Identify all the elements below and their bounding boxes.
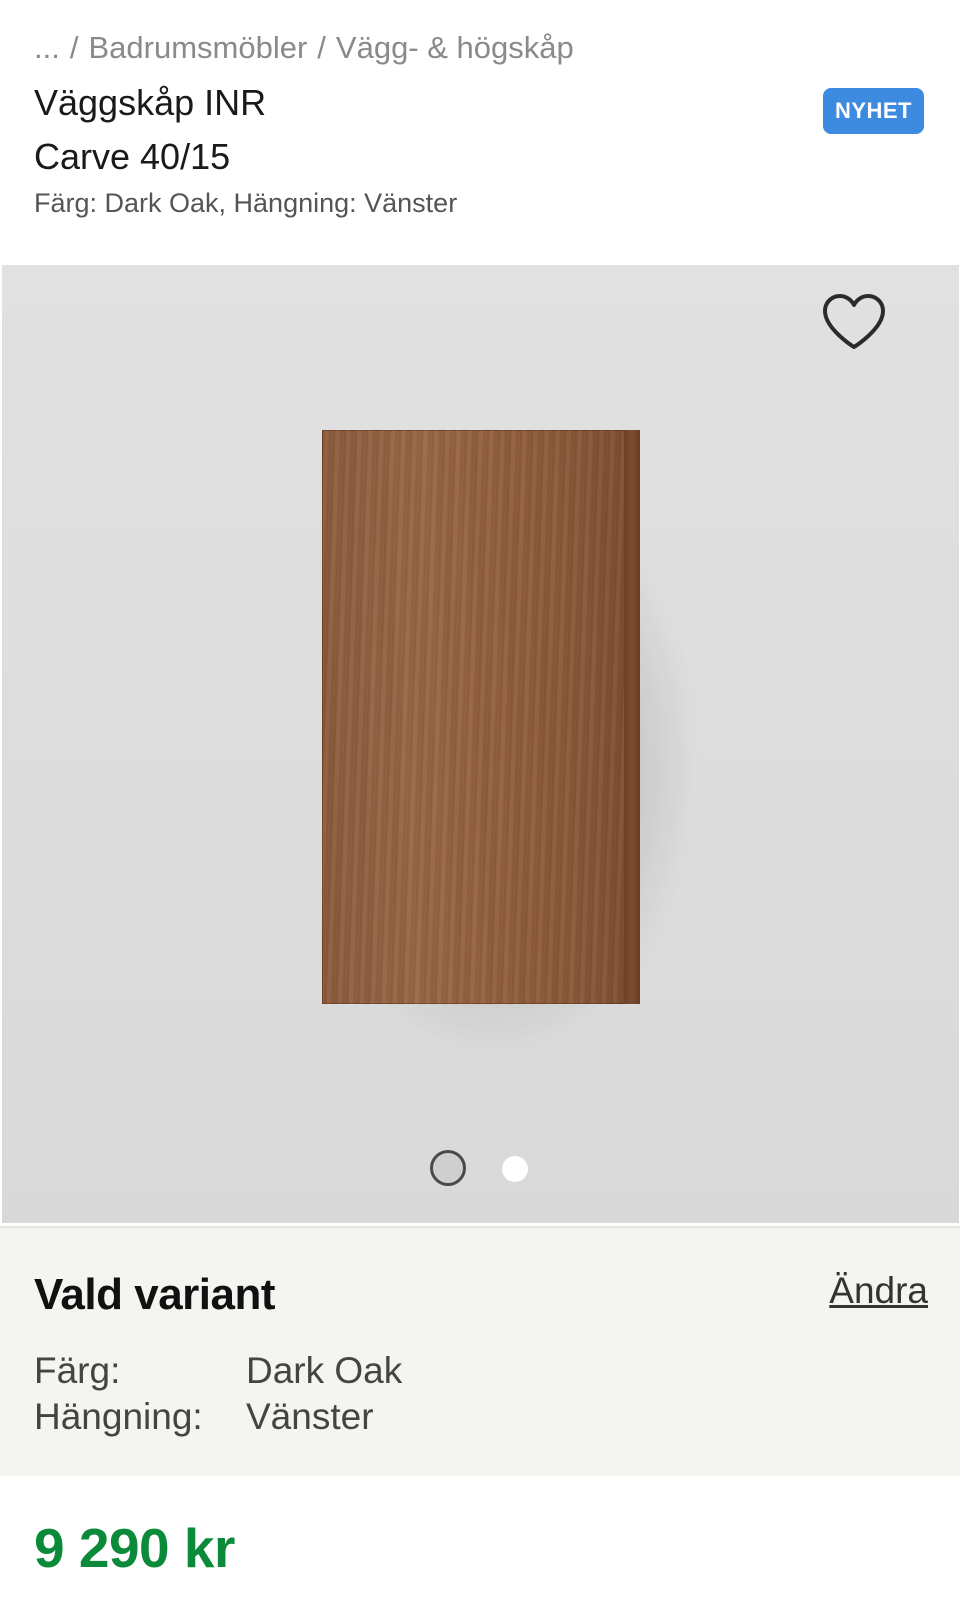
breadcrumb: ... / Badrumsmöbler / Vägg- & högskåp <box>34 30 574 66</box>
product-model: Carve 40/15 <box>34 136 231 177</box>
breadcrumb-separator: / <box>69 30 79 65</box>
selected-variant-heading: Vald variant <box>34 1270 276 1319</box>
product-price: 9 290 kr <box>34 1517 235 1579</box>
wall-cabinet-photo <box>322 430 640 1004</box>
breadcrumb-item-bathroom-furniture[interactable]: Badrumsmöbler <box>88 30 307 65</box>
breadcrumb-item-wall-cabinets[interactable]: Vägg- & högskåp <box>336 30 574 65</box>
variant-hanging-row: Hängning: Vänster <box>34 1396 374 1438</box>
gallery-dot-active[interactable] <box>430 1150 466 1186</box>
new-badge: NYHET <box>822 88 924 134</box>
variant-hanging-value: Vänster <box>246 1396 374 1437</box>
cabinet-edge <box>624 430 640 1004</box>
variant-color-row: Färg: Dark Oak <box>34 1350 402 1392</box>
product-header: ... / Badrumsmöbler / Vägg- & högskåp Väggsk… <box>0 0 960 262</box>
variant-color-label: Färg: <box>34 1350 121 1391</box>
breadcrumb-separator: / <box>317 30 326 65</box>
gallery-pagination <box>2 1150 959 1194</box>
variant-hanging-label: Hängning: <box>34 1396 203 1437</box>
product-title: Väggskåp INR <box>34 82 267 123</box>
product-variant-summary: Färg: Dark Oak, Hängning: Vänster <box>34 188 458 218</box>
product-image <box>322 430 692 1050</box>
gallery-dot[interactable] <box>502 1156 528 1182</box>
variant-color-value: Dark Oak <box>246 1350 403 1391</box>
breadcrumb-item-ellipsis[interactable]: ... <box>34 30 60 65</box>
selected-variant-panel: Vald variant Ändra Färg: Dark Oak Hängnin… <box>0 1226 960 1476</box>
product-image-gallery[interactable] <box>2 265 959 1223</box>
heart-outline-icon[interactable] <box>821 293 887 353</box>
change-variant-link[interactable]: Ändra <box>829 1270 928 1312</box>
